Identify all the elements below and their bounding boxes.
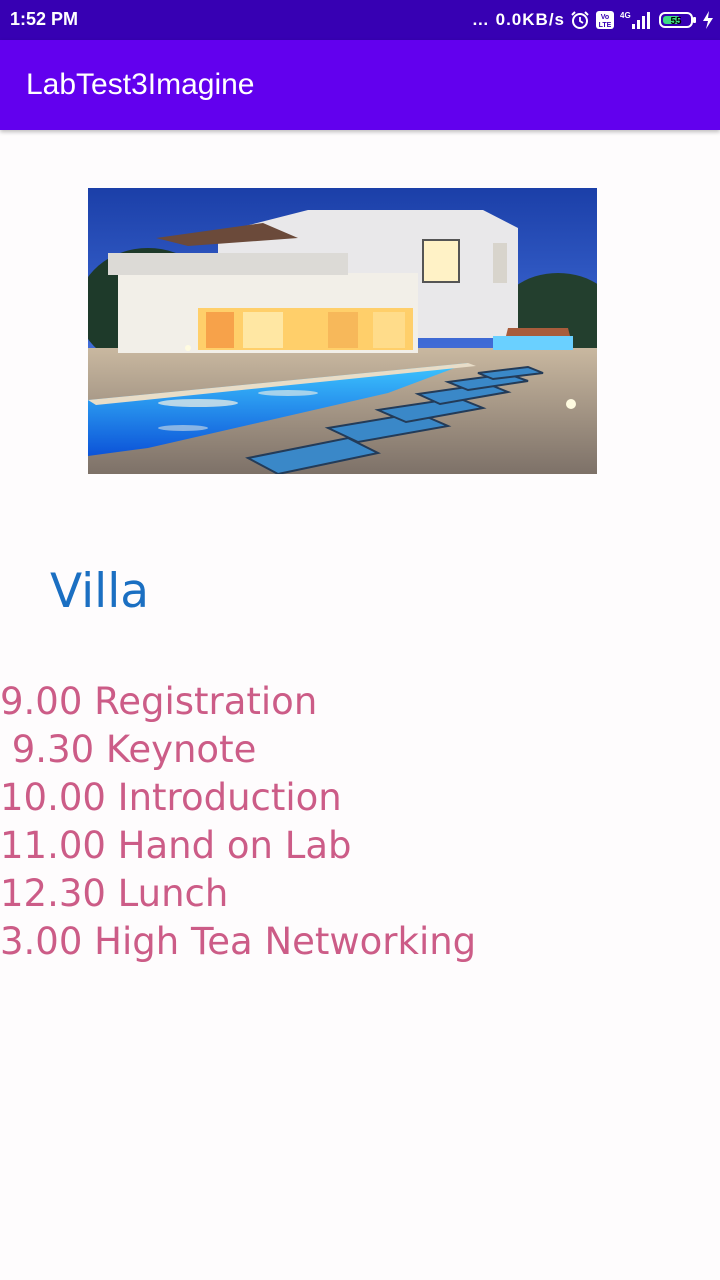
battery-icon: 55 bbox=[659, 10, 697, 30]
agenda-item: 11.00 Hand on Lab bbox=[0, 824, 352, 867]
svg-text:4G: 4G bbox=[620, 11, 631, 20]
charging-icon bbox=[702, 10, 714, 30]
status-icons: … 0.0KB/s Vo LTE 4G 55 bbox=[472, 8, 714, 32]
agenda-item: 9.30 Keynote bbox=[0, 728, 257, 771]
network-speed: … 0.0KB/s bbox=[471, 10, 565, 29]
agenda-list: 9.00 Registration 9.30 Keynote 10.00 Int… bbox=[0, 678, 476, 966]
alarm-icon bbox=[570, 10, 590, 30]
svg-text:Vo: Vo bbox=[601, 14, 609, 21]
status-time: 1:52 PM bbox=[10, 9, 79, 29]
agenda-item: 9.00 Registration bbox=[0, 680, 318, 723]
agenda-item: 10.00 Introduction bbox=[0, 776, 342, 819]
volte-icon: Vo LTE bbox=[595, 10, 615, 30]
villa-image bbox=[88, 188, 597, 474]
agenda-item: 3.00 High Tea Networking bbox=[0, 920, 477, 963]
villa-heading: Villa bbox=[50, 564, 150, 619]
status-bar: 1:52 PM … 0.0KB/s Vo LTE 4G 55 bbox=[0, 0, 720, 40]
app-bar: LabTest3Imagine bbox=[0, 40, 720, 130]
agenda-item: 12.30 Lunch bbox=[0, 872, 229, 915]
svg-text:LTE: LTE bbox=[599, 22, 612, 29]
signal-4g-icon: 4G bbox=[620, 10, 654, 30]
battery-level: 55 bbox=[670, 16, 682, 27]
app-title: LabTest3Imagine bbox=[26, 68, 255, 101]
